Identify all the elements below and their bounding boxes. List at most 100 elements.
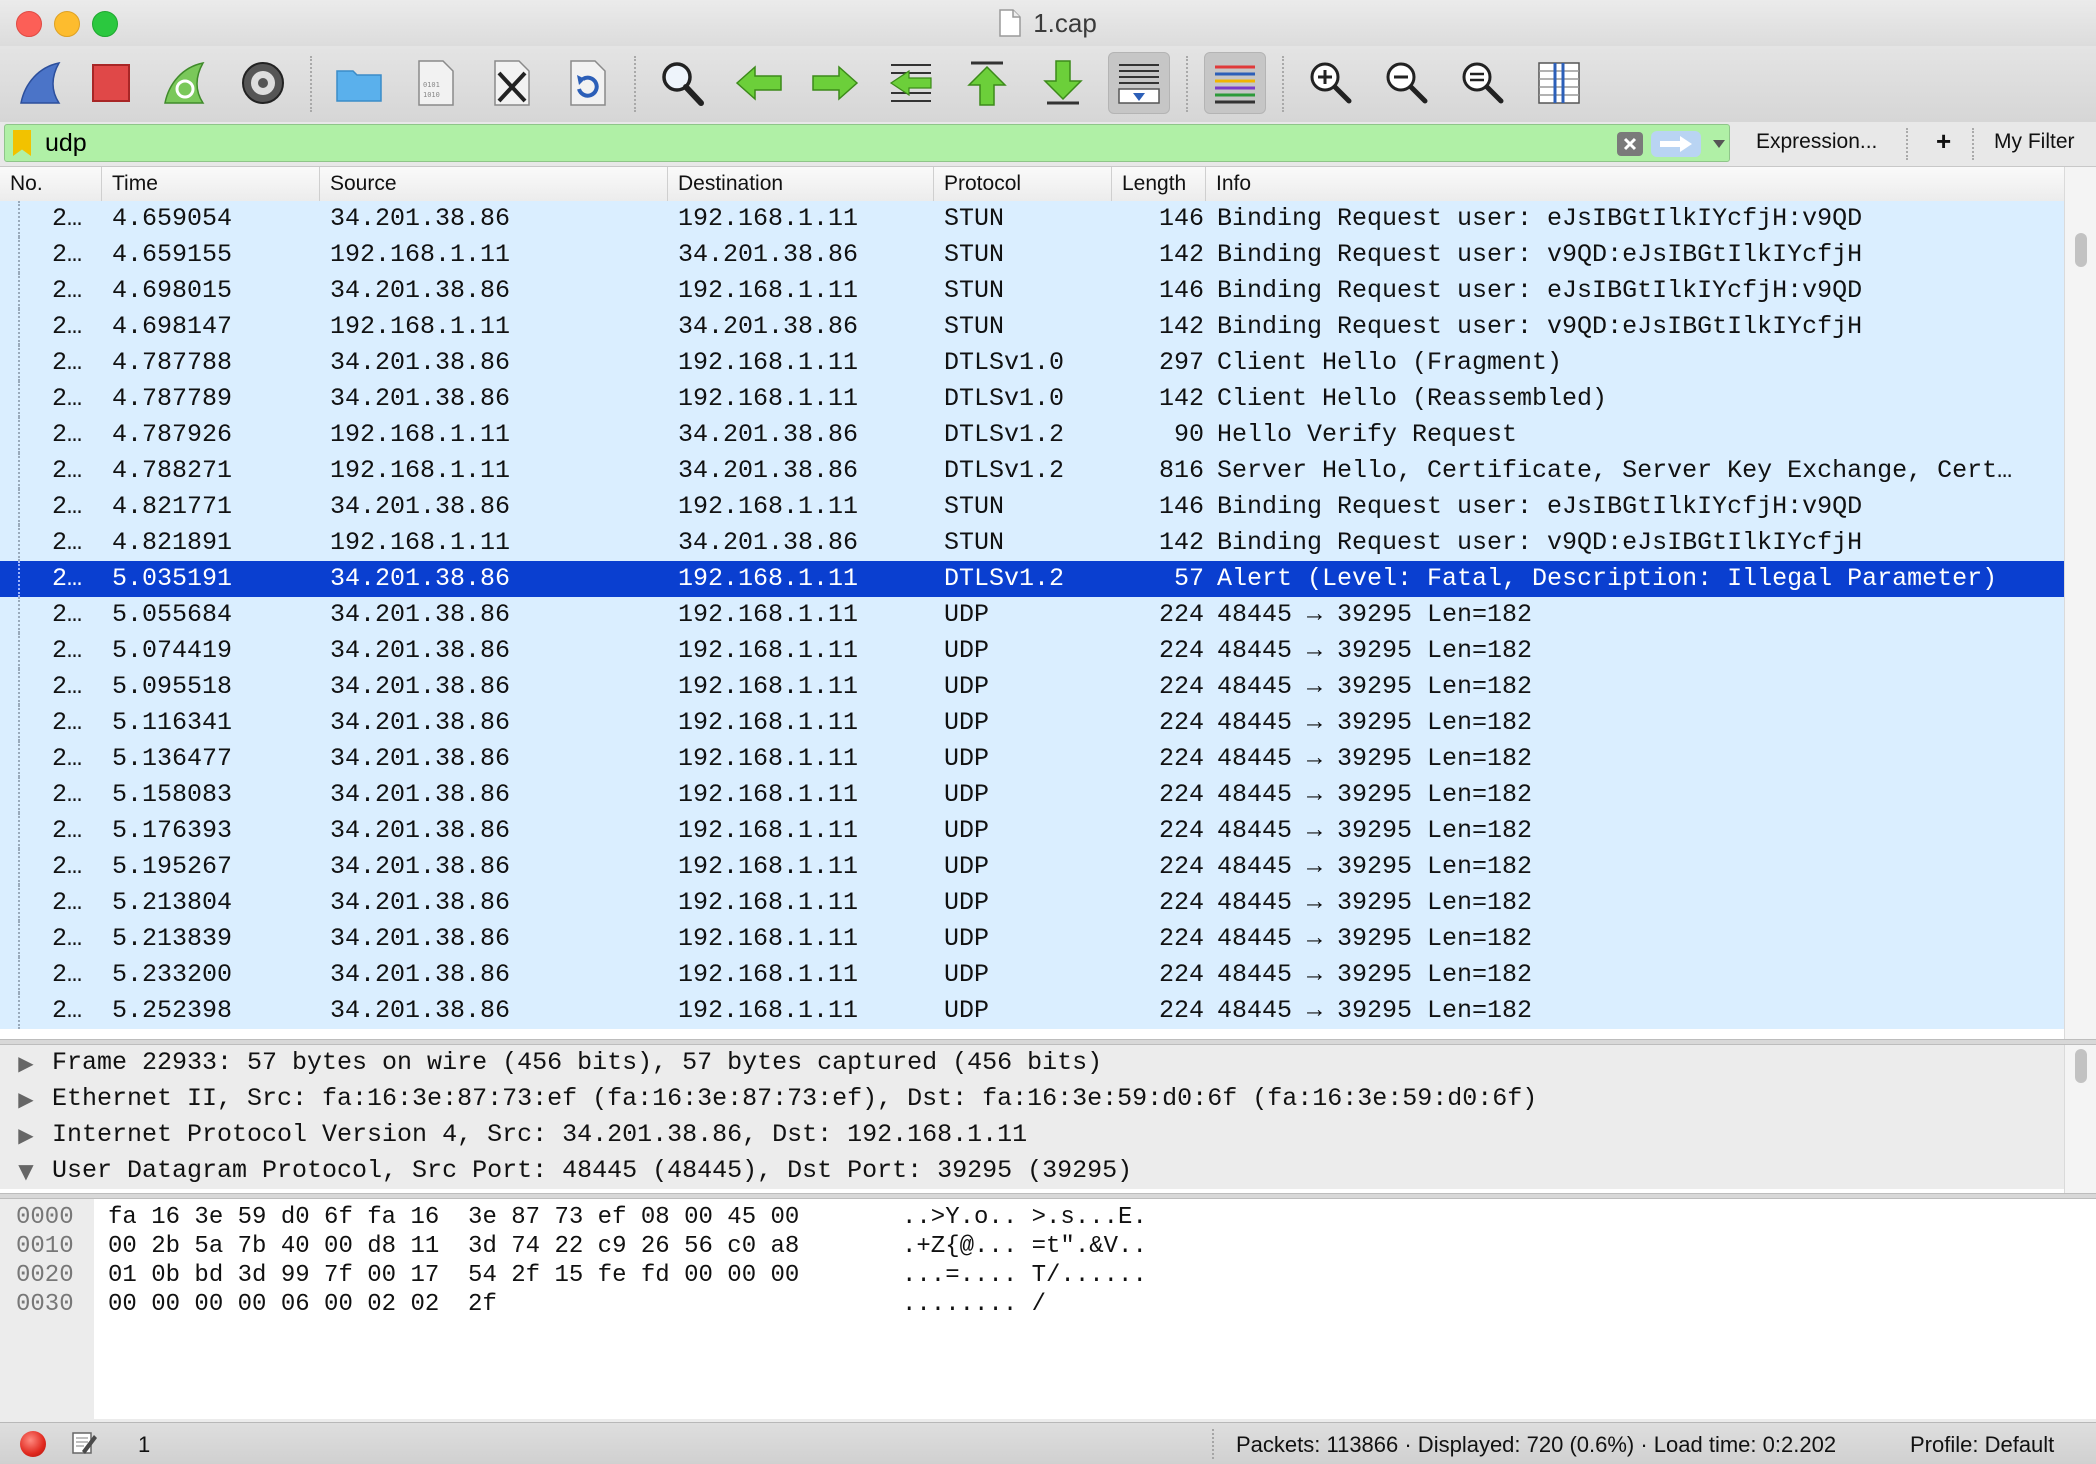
packet-cell-info: 48445 → 39295 Len=182 <box>1217 744 1533 773</box>
bytes-ascii[interactable]: ..>Y.o.. >.s...E. <box>902 1203 1147 1233</box>
auto-scroll-button[interactable] <box>1108 52 1170 114</box>
bytes-hex[interactable]: fa 16 3e 59 d0 6f fa 16 3e 87 73 ef 08 0… <box>108 1203 799 1233</box>
expression-button[interactable]: Expression... <box>1756 130 1877 154</box>
packet-cell-info: Binding Request user: eJsIBGtIlkIYcfjH:v… <box>1217 276 1863 305</box>
save-file-button[interactable]: 0101 1010 <box>404 52 466 114</box>
go-to-packet-button[interactable] <box>880 52 942 114</box>
reload-file-button[interactable] <box>556 52 618 114</box>
packet-cell-len: 90 <box>1173 420 1204 449</box>
packet-row[interactable]: 2… 5.213839 34.201.38.86 192.168.1.11 UDP 224… <box>0 921 2064 957</box>
go-forward-button[interactable] <box>804 52 866 114</box>
bytes-row: 0020 01 0b bd 3d 99 7f 00 17 54 2f 15 fe … <box>0 1261 1400 1291</box>
details-tree-item[interactable]: ▶ Ethernet II, Src: fa:16:3e:87:73:ef (fa… <box>0 1081 2064 1117</box>
packet-row[interactable]: 2… 4.821771 34.201.38.86 192.168.1.11 STUN 14… <box>0 489 2064 525</box>
packet-row[interactable]: 2… 5.213804 34.201.38.86 192.168.1.11 UDP 224… <box>0 885 2064 921</box>
collapsed-triangle-icon[interactable]: ▶ <box>14 1117 38 1153</box>
title-bar: 1.cap <box>0 0 2096 47</box>
packet-row[interactable]: 2… 5.195267 34.201.38.86 192.168.1.11 UDP 224… <box>0 849 2064 885</box>
bytes-hex[interactable]: 00 2b 5a 7b 40 00 d8 11 3d 74 22 c9 26 5… <box>108 1232 799 1262</box>
packet-row[interactable]: 2… 5.158083 34.201.38.86 192.168.1.11 UDP 224… <box>0 777 2064 813</box>
packet-cell-len: 142 <box>1158 384 1204 413</box>
column-header-no[interactable]: No. <box>0 167 102 201</box>
packet-row[interactable]: 2… 4.659054 34.201.38.86 192.168.1.11 STUN 14… <box>0 201 2064 237</box>
packet-list-scroll-thumb[interactable] <box>2075 233 2087 267</box>
packet-row[interactable]: 2… 4.821891 192.168.1.11 34.201.38.86 STUN 14… <box>0 525 2064 561</box>
bytes-ascii[interactable]: ...=.... T/...... <box>902 1261 1147 1291</box>
bookmark-icon[interactable] <box>13 130 31 156</box>
packet-row[interactable]: 2… 5.176393 34.201.38.86 192.168.1.11 UDP 224… <box>0 813 2064 849</box>
details-scroll-thumb[interactable] <box>2075 1049 2087 1083</box>
packet-row[interactable]: 2… 4.698015 34.201.38.86 192.168.1.11 STUN 14… <box>0 273 2064 309</box>
packet-row[interactable]: 2… 4.788271 192.168.1.11 34.201.38.86 DTLSv1… <box>0 453 2064 489</box>
packet-row[interactable]: 2… 5.136477 34.201.38.86 192.168.1.11 UDP 224… <box>0 741 2064 777</box>
packet-row[interactable]: 2… 4.659155 192.168.1.11 34.201.38.86 STUN 14… <box>0 237 2064 273</box>
packet-row[interactable]: 2… 5.116341 34.201.38.86 192.168.1.11 UDP 224… <box>0 705 2064 741</box>
go-back-button[interactable] <box>728 52 790 114</box>
column-header-source[interactable]: Source <box>320 167 668 201</box>
details-tree-item[interactable]: ▶ Frame 22933: 57 bytes on wire (456 bits… <box>0 1045 2064 1081</box>
clear-filter-button[interactable] <box>1617 132 1643 156</box>
stop-capture-button[interactable] <box>80 52 142 114</box>
packet-list-scrollbar[interactable] <box>2064 167 2096 1039</box>
display-filter-input[interactable] <box>45 128 1585 158</box>
packet-row[interactable]: 2… 4.787788 34.201.38.86 192.168.1.11 DTLSv1… <box>0 345 2064 381</box>
packet-row[interactable]: 2… 5.055684 34.201.38.86 192.168.1.11 UDP 224… <box>0 597 2064 633</box>
capture-options-button[interactable] <box>232 52 294 114</box>
packet-cell-time: 5.074419 <box>112 636 233 665</box>
packet-cell-time: 4.787926 <box>112 420 233 449</box>
restart-capture-button[interactable] <box>154 52 216 114</box>
collapsed-triangle-icon[interactable]: ▶ <box>14 1045 38 1081</box>
start-capture-button[interactable] <box>10 52 72 114</box>
packet-row[interactable]: 2… 4.787926 192.168.1.11 34.201.38.86 DTLSv1… <box>0 417 2064 453</box>
expert-info-icon[interactable] <box>20 1431 46 1457</box>
column-header-protocol[interactable]: Protocol <box>934 167 1112 201</box>
last-packet-button[interactable] <box>1032 52 1094 114</box>
details-tree-item[interactable]: ▼ User Datagram Protocol, Src Port: 48445… <box>0 1153 2064 1189</box>
apply-filter-button[interactable] <box>1651 131 1701 157</box>
filter-history-dropdown[interactable] <box>1709 131 1729 157</box>
packet-row-selected[interactable]: 2… 5.035191 34.201.38.86 192.168.1.11 DTLSv1… <box>0 561 2064 597</box>
column-header-info[interactable]: Info <box>1206 167 2064 201</box>
bytes-ascii[interactable]: .+Z{@... =t".&V.. <box>902 1232 1147 1262</box>
packet-row[interactable]: 2… 4.698147 192.168.1.11 34.201.38.86 STUN 14… <box>0 309 2064 345</box>
packet-cell-time: 5.035191 <box>112 564 233 593</box>
open-file-button[interactable] <box>328 52 390 114</box>
packet-cell-no: 2… <box>52 708 83 737</box>
details-scrollbar[interactable] <box>2064 1045 2096 1193</box>
packet-row[interactable]: 2… 5.233200 34.201.38.86 192.168.1.11 UDP 224… <box>0 957 2064 993</box>
my-filter-button[interactable]: My Filter <box>1994 130 2075 154</box>
packet-cell-src: 34.201.38.86 <box>330 348 511 377</box>
filterbar-separator <box>1972 128 1974 160</box>
expanded-triangle-icon[interactable]: ▼ <box>14 1153 38 1189</box>
normal-size-button[interactable] <box>1452 52 1514 114</box>
close-file-button[interactable] <box>480 52 542 114</box>
collapsed-triangle-icon[interactable]: ▶ <box>14 1081 38 1117</box>
packet-cell-proto: UDP <box>944 744 990 773</box>
packet-row[interactable]: 2… 5.252398 34.201.38.86 192.168.1.11 UDP 224… <box>0 993 2064 1029</box>
first-packet-button[interactable] <box>956 52 1018 114</box>
add-filter-button[interactable]: + <box>1936 126 1951 157</box>
colorize-button[interactable] <box>1204 52 1266 114</box>
bytes-ascii[interactable]: ........ / <box>902 1290 1046 1320</box>
zoom-in-button[interactable] <box>1300 52 1362 114</box>
packet-row[interactable]: 2… 4.787789 34.201.38.86 192.168.1.11 DTLSv1… <box>0 381 2064 417</box>
packet-cell-info: Binding Request user: v9QD:eJsIBGtIlkIYc… <box>1217 240 1863 269</box>
column-header-length[interactable]: Length <box>1112 167 1206 201</box>
packet-cell-dst: 34.201.38.86 <box>678 240 859 269</box>
edit-comment-icon[interactable] <box>70 1429 98 1457</box>
bytes-hex[interactable]: 01 0b bd 3d 99 7f 00 17 54 2f 15 fe fd 0… <box>108 1261 799 1291</box>
find-packet-button[interactable] <box>652 52 714 114</box>
packet-cell-proto: UDP <box>944 924 990 953</box>
details-tree-item[interactable]: ▶ Internet Protocol Version 4, Src: 34.20… <box>0 1117 2064 1153</box>
packet-cell-time: 5.136477 <box>112 744 233 773</box>
zoom-out-button[interactable] <box>1376 52 1438 114</box>
column-header-destination[interactable]: Destination <box>668 167 934 201</box>
packet-row[interactable]: 2… 5.074419 34.201.38.86 192.168.1.11 UDP 224… <box>0 633 2064 669</box>
bytes-hex[interactable]: 00 00 00 00 06 00 02 02 2f <box>108 1290 497 1320</box>
packet-row[interactable]: 2… 5.095518 34.201.38.86 192.168.1.11 UDP 224… <box>0 669 2064 705</box>
packet-cell-time: 4.821891 <box>112 528 233 557</box>
status-profile[interactable]: Profile: Default <box>1910 1432 2054 1458</box>
packet-cell-src: 34.201.38.86 <box>330 276 511 305</box>
column-header-time[interactable]: Time <box>102 167 320 201</box>
resize-columns-button[interactable] <box>1528 52 1590 114</box>
